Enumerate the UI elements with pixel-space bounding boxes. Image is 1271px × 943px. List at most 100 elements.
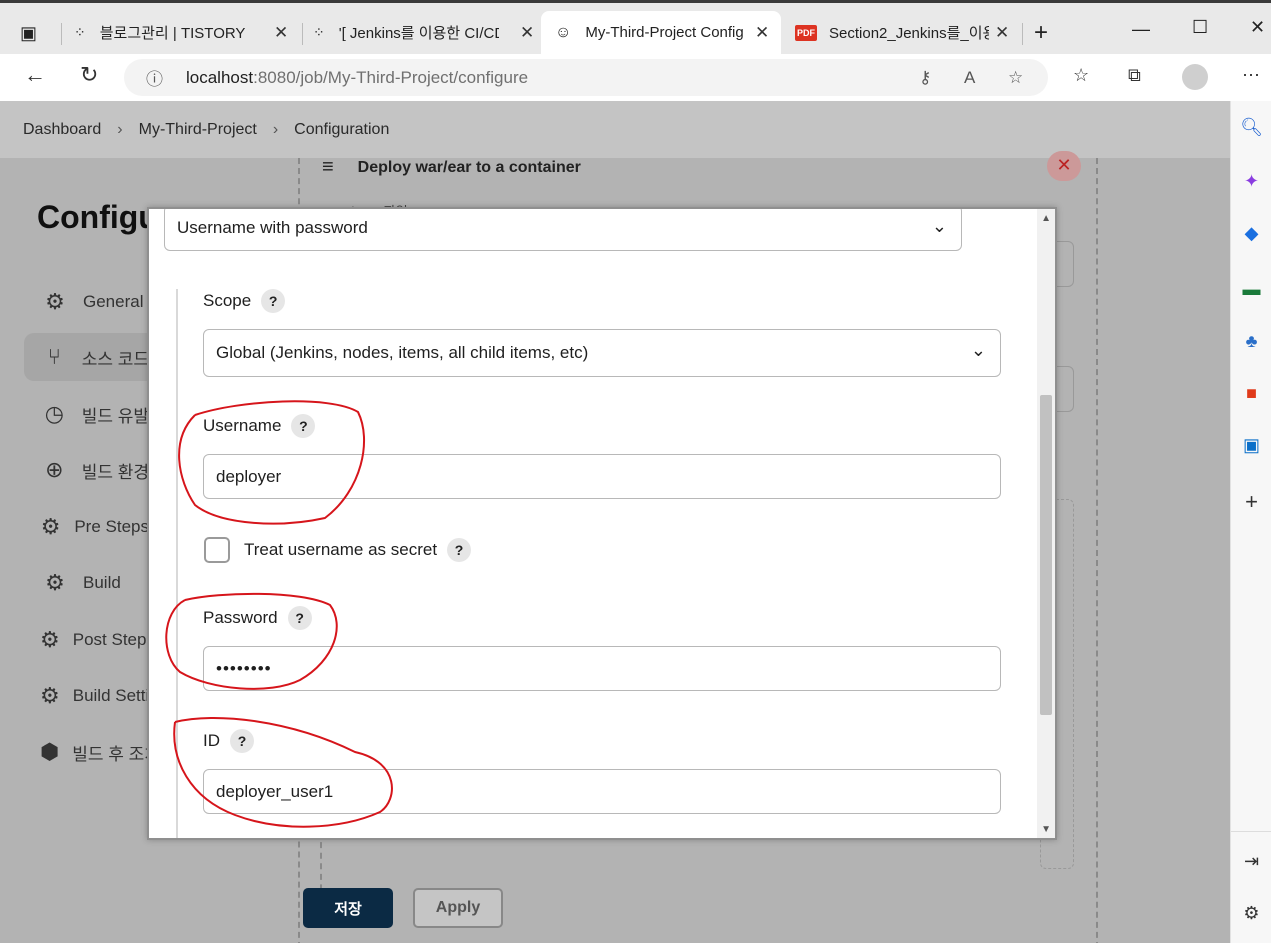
id-field[interactable]: deployer_user1 [203,769,1001,814]
chevron-down-icon: ⌄ [931,216,947,236]
nav-item-build-triggers[interactable]: ◷ 빌드 유발 [24,390,149,438]
tab-jenkins-config[interactable]: ☺ My-Third-Project Config ✕ [541,11,781,54]
nav-item-post-steps[interactable]: ⚙ Post Steps [24,616,155,664]
breadcrumb-project[interactable]: My-Third-Project [139,121,257,139]
breadcrumb-dashboard[interactable]: Dashboard [23,121,101,139]
collections-icon[interactable]: ⧉ [1128,65,1141,86]
search-icon[interactable]: 🔍︎ [1231,117,1271,138]
drag-handle-icon[interactable]: ≡ [322,156,334,179]
nav-item-source-code[interactable]: ⑂ 소스 코드 [24,333,149,381]
add-credentials-dialog: Username with password ⌄ Scope ? Global … [147,207,1057,840]
nav-item-post-build[interactable]: ⬢ 빌드 후 조치 [24,728,160,776]
password-value: •••••••• [216,658,272,678]
tools-icon[interactable]: ▬ [1231,279,1271,300]
new-tab-icon[interactable]: + [1034,19,1048,47]
copilot-icon[interactable]: ✦ [1231,171,1271,192]
username-label-row: Username ? [203,414,316,438]
close-icon[interactable]: ✕ [1047,151,1081,181]
add-icon[interactable]: + [1231,489,1271,515]
maximize-icon[interactable]: ☐ [1192,17,1208,38]
treat-secret-label-row: Treat username as secret ? [244,538,472,562]
hide-sidebar-icon[interactable]: ⇥ [1231,851,1271,872]
username-value: deployer [216,466,282,486]
jenkins-icon: ☺ [555,23,572,41]
scrollbar-thumb[interactable] [1040,395,1052,715]
help-icon[interactable]: ? [287,606,312,630]
treat-username-secret-checkbox[interactable] [204,537,230,563]
info-icon[interactable]: ⓘ [146,65,163,90]
globe-icon: ⊕ [45,457,64,482]
outlook-icon[interactable]: ▣ [1231,435,1271,456]
tab-tistory-1[interactable]: ⁘ 블로그관리 | TISTORY ✕ [74,11,299,54]
scroll-down-icon[interactable]: ▼ [1041,824,1051,835]
id-value: deployer_user1 [216,781,334,801]
add-favorite-icon[interactable]: ☆ [1008,68,1023,88]
nav-item-build-settings[interactable]: ⚙ Build Settings [24,672,177,720]
shopping-icon[interactable]: ◆ [1231,223,1271,244]
read-aloud-icon[interactable]: A [964,68,975,88]
username-field[interactable]: deployer [203,454,1001,499]
tistory-icon: ⁘ [313,24,325,40]
tab-title: Section2_Jenkins를_이용 [829,25,989,42]
nav-item-general[interactable]: ⚙ General [24,278,149,326]
nav-item-build[interactable]: ⚙ Build [24,559,149,607]
password-label: Password [203,608,278,627]
key-icon[interactable]: ⚷ [919,68,931,88]
pdf-icon: PDF [795,24,817,41]
package-icon: ⬢ [40,739,60,764]
help-icon[interactable]: ? [447,538,472,562]
apply-button[interactable]: Apply [413,888,503,928]
tab-pdf[interactable]: PDF Section2_Jenkins를_이용 ✕ [795,11,1020,54]
scope-label: Scope [203,291,252,310]
scope-select[interactable]: Global (Jenkins, nodes, items, all child… [203,329,1001,377]
username-label: Username [203,416,282,435]
id-label: ID [203,731,220,750]
help-icon[interactable]: ? [261,289,286,313]
page-title: Configu [37,199,158,235]
nav-item-label: 빌드 유발 [81,406,149,426]
breadcrumb-configuration[interactable]: Configuration [294,121,389,139]
nav-item-label: Post Steps [72,630,155,649]
minimize-icon[interactable]: — [1132,19,1150,40]
help-icon[interactable]: ? [230,729,254,753]
url-text[interactable]: localhost:8080/job/My-Third-Project/conf… [186,68,528,88]
indent-line [176,289,178,838]
favorites-icon[interactable]: ☆ [1073,65,1089,86]
more-menu-icon[interactable]: ⋯ [1242,65,1260,86]
tab-title: My-Third-Project Config [585,24,744,41]
nav-item-pre-steps[interactable]: ⚙ Pre Steps [24,503,149,551]
close-icon[interactable]: ✕ [274,23,288,43]
breadcrumb: Dashboard › My-Third-Project › Configura… [0,101,1230,158]
close-icon[interactable]: ✕ [995,23,1009,43]
close-window-icon[interactable]: ✕ [1250,17,1265,38]
tab-actions-icon[interactable]: ▣ [20,23,37,44]
url-host: localhost [186,67,254,87]
help-icon[interactable]: ? [291,414,316,438]
save-button[interactable]: 저장 [303,888,393,928]
close-icon[interactable]: ✕ [755,23,769,43]
nav-item-build-environment[interactable]: ⊕ 빌드 환경 [24,446,149,494]
settings-icon[interactable]: ⚙ [1231,903,1271,924]
office-icon[interactable]: ■ [1231,383,1271,404]
id-label-row: ID ? [203,729,254,753]
tab-tistory-2[interactable]: ⁘ '[ Jenkins를 이용한 CI/CD ✕ [313,11,538,54]
back-icon[interactable]: ← [24,62,46,88]
reload-icon[interactable]: ↻ [80,62,98,88]
dialog-scrollbar[interactable]: ▲ ▼ [1037,209,1055,838]
section-title: Deploy war/ear to a container [357,158,581,176]
section-header: ≡ Deploy war/ear to a container [322,156,581,179]
close-icon[interactable]: ✕ [520,23,534,43]
nav-item-label: 빌드 환경 [81,462,149,482]
address-bar[interactable]: ⓘ localhost:8080/job/My-Third-Project/co… [124,59,1048,96]
url-path: :8080/job/My-Third-Project/configure [253,67,529,87]
scope-label-row: Scope ? [203,289,286,313]
password-field[interactable]: •••••••• [203,646,1001,691]
scroll-up-icon[interactable]: ▲ [1041,213,1051,224]
treat-secret-label: Treat username as secret [244,540,438,559]
kind-select[interactable]: Username with password ⌄ [164,209,962,251]
nav-item-label: 소스 코드 [81,349,149,369]
games-icon[interactable]: ♣ [1231,331,1271,352]
profile-avatar-icon[interactable] [1182,64,1208,90]
tistory-icon: ⁘ [74,24,86,40]
chevron-right-icon: › [117,120,123,138]
